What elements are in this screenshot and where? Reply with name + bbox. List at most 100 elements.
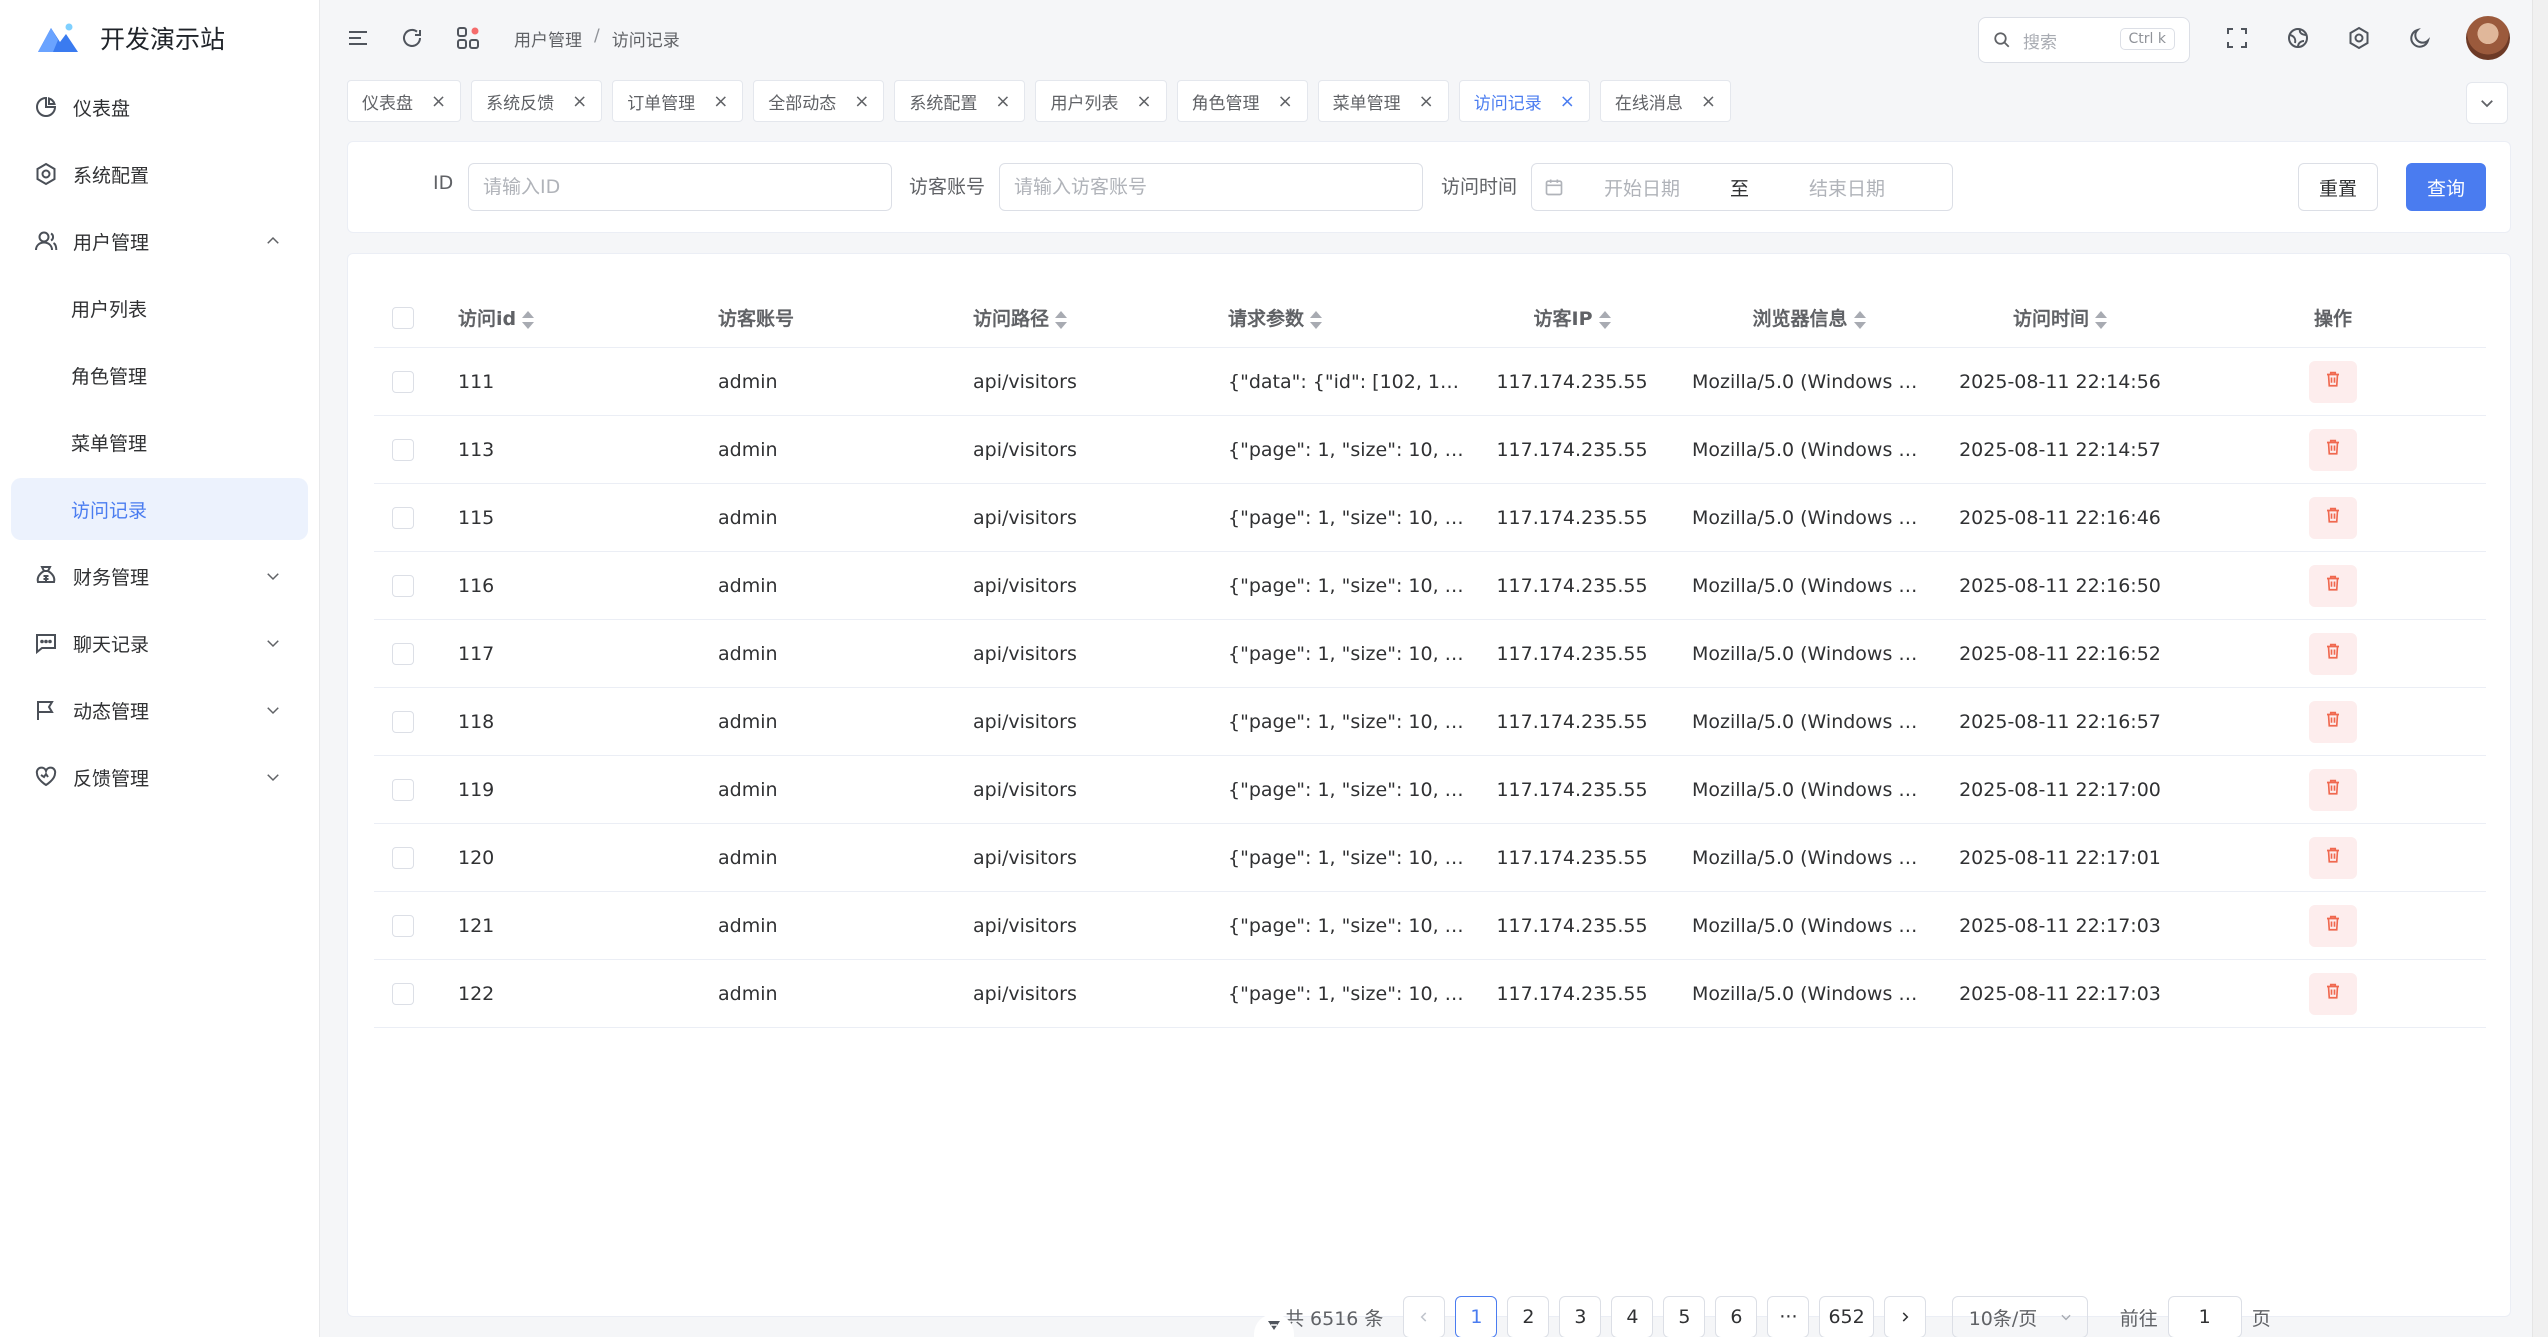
tab-item[interactable]: 菜单管理 × [1317, 80, 1449, 122]
tab-label: 在线消息 [1614, 93, 1683, 114]
language-globe-icon[interactable] [2284, 24, 2312, 52]
sidebar-item[interactable]: 系统配置 [11, 143, 308, 205]
sidebar-item[interactable]: 用户管理 [11, 210, 308, 272]
delete-button[interactable] [2309, 700, 2357, 743]
sort-icon[interactable] [1055, 310, 1068, 329]
tab-item[interactable]: 全部动态 × [753, 80, 885, 122]
goto-page-input[interactable] [2167, 1296, 2242, 1337]
page-scrollbar[interactable] [2532, 0, 2548, 1337]
page-number-button[interactable]: 4 [1611, 1296, 1654, 1337]
header-ip[interactable]: 访客IP [1466, 304, 1678, 331]
row-checkbox[interactable] [392, 574, 414, 597]
delete-button[interactable] [2309, 836, 2357, 879]
close-icon[interactable]: × [431, 91, 446, 112]
close-icon[interactable]: × [1278, 91, 1293, 112]
sidebar-item[interactable]: 反馈管理 [11, 746, 308, 808]
global-search[interactable]: 搜索 Ctrl k [1978, 17, 2190, 63]
menu-collapse-icon[interactable] [344, 24, 372, 52]
dark-mode-moon-icon[interactable] [2406, 24, 2434, 52]
row-checkbox[interactable] [392, 438, 414, 461]
delete-button[interactable] [2309, 632, 2357, 675]
user-avatar[interactable] [2466, 16, 2510, 60]
row-checkbox[interactable] [392, 914, 414, 937]
sort-icon[interactable] [1853, 310, 1866, 329]
prev-page-button[interactable] [1403, 1296, 1446, 1337]
date-range-picker[interactable]: 开始日期 至 结束日期 [1531, 163, 1953, 211]
tab-item[interactable]: 角色管理 × [1176, 80, 1308, 122]
id-input[interactable] [468, 163, 892, 211]
fullscreen-icon[interactable] [2223, 24, 2251, 52]
sidebar-subitem[interactable]: 角色管理 [11, 344, 308, 406]
sidebar-item[interactable]: 动态管理 [11, 679, 308, 741]
tabs-more-button[interactable] [2466, 82, 2508, 124]
page-number-button[interactable]: 3 [1559, 1296, 1602, 1337]
row-checkbox[interactable] [392, 778, 414, 801]
page-number-button[interactable]: 5 [1663, 1296, 1706, 1337]
refresh-icon[interactable] [398, 24, 426, 52]
row-checkbox[interactable] [392, 506, 414, 529]
sidebar-item[interactable]: 聊天记录 [11, 612, 308, 674]
end-date-input[interactable]: 结束日期 [1809, 174, 1885, 201]
delete-button[interactable] [2309, 904, 2357, 947]
delete-button[interactable] [2309, 972, 2357, 1015]
tab-item[interactable]: 在线消息 × [1599, 80, 1731, 122]
row-checkbox[interactable] [392, 370, 414, 393]
delete-button[interactable] [2309, 768, 2357, 811]
close-icon[interactable]: × [1136, 91, 1151, 112]
sidebar-item-label: 仪表盘 [73, 97, 131, 120]
sidebar-item[interactable]: 仪表盘 [11, 76, 308, 138]
header-browser[interactable]: 浏览器信息 [1678, 304, 1940, 331]
tab-item[interactable]: 系统反馈 × [471, 80, 603, 122]
page-ellipsis[interactable]: ··· [1767, 1296, 1810, 1337]
reset-button[interactable]: 重置 [2298, 163, 2378, 211]
sidebar-item-label: 用户管理 [73, 231, 150, 254]
cell-browser: Mozilla/5.0 (Windows N… [1692, 438, 1932, 461]
header-id[interactable]: 访问id [458, 304, 718, 331]
page-size-select[interactable]: 10条/页 [1951, 1296, 2088, 1337]
select-all-checkbox[interactable] [392, 306, 414, 329]
header-params[interactable]: 请求参数 [1228, 304, 1466, 331]
apps-grid-icon[interactable] [454, 24, 482, 52]
row-checkbox[interactable] [392, 710, 414, 733]
delete-button[interactable] [2309, 428, 2357, 471]
search-button[interactable]: 查询 [2406, 163, 2486, 211]
tab-item[interactable]: 系统配置 × [894, 80, 1026, 122]
close-icon[interactable]: × [995, 91, 1010, 112]
tab-item[interactable]: 订单管理 × [612, 80, 744, 122]
tab-item[interactable]: 访问记录 × [1458, 80, 1590, 122]
account-input[interactable] [999, 163, 1423, 211]
tab-item[interactable]: 仪表盘 × [347, 80, 462, 122]
sidebar-subitem[interactable]: 访问记录 [11, 478, 308, 540]
start-date-input[interactable]: 开始日期 [1604, 174, 1680, 201]
page-number-button[interactable]: 652 [1819, 1296, 1874, 1337]
header-time[interactable]: 访问时间 [1940, 304, 2180, 331]
next-page-button[interactable] [1883, 1296, 1926, 1337]
sort-icon[interactable] [1598, 310, 1611, 329]
row-checkbox[interactable] [392, 982, 414, 1005]
sidebar-item[interactable]: 财务管理 [11, 545, 308, 607]
sort-icon[interactable] [1310, 310, 1323, 329]
delete-button[interactable] [2309, 360, 2357, 403]
close-icon[interactable]: × [1701, 91, 1716, 112]
page-number-button[interactable]: 2 [1507, 1296, 1550, 1337]
page-number-button[interactable]: 6 [1715, 1296, 1758, 1337]
settings-gear-icon[interactable] [2345, 24, 2373, 52]
page-number-button[interactable]: 1 [1455, 1296, 1498, 1337]
sort-icon[interactable] [522, 310, 535, 329]
row-checkbox[interactable] [392, 642, 414, 665]
brand[interactable]: 开发演示站 [0, 0, 319, 76]
header-path[interactable]: 访问路径 [973, 304, 1228, 331]
tab-item[interactable]: 用户列表 × [1035, 80, 1167, 122]
breadcrumb-item-parent[interactable]: 用户管理 [514, 26, 582, 51]
delete-button[interactable] [2309, 496, 2357, 539]
sort-icon[interactable] [2095, 310, 2107, 329]
close-icon[interactable]: × [572, 91, 587, 112]
sidebar-subitem[interactable]: 用户列表 [11, 277, 308, 339]
delete-button[interactable] [2309, 564, 2357, 607]
close-icon[interactable]: × [1419, 91, 1434, 112]
close-icon[interactable]: × [854, 91, 869, 112]
close-icon[interactable]: × [1560, 91, 1575, 112]
sidebar-subitem[interactable]: 菜单管理 [11, 411, 308, 473]
close-icon[interactable]: × [713, 91, 728, 112]
row-checkbox[interactable] [392, 846, 414, 869]
